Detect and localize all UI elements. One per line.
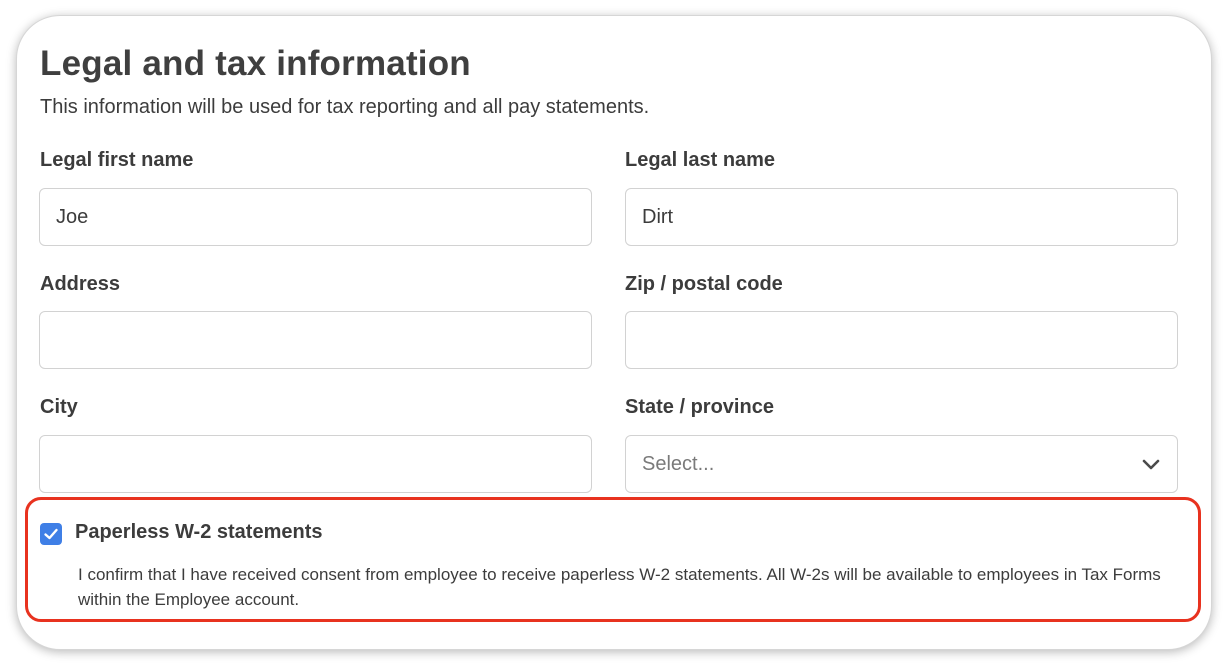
state-label: State / province <box>625 396 774 418</box>
first-name-label: Legal first name <box>40 149 194 171</box>
paperless-checkbox-label: Paperless W-2 statements <box>75 521 323 543</box>
city-input[interactable] <box>39 435 592 493</box>
state-select[interactable]: Select... <box>625 435 1178 493</box>
last-name-label: Legal last name <box>625 149 776 171</box>
chevron-down-icon <box>1142 459 1160 470</box>
paperless-consent-text: I confirm that I have received consent f… <box>78 565 1161 609</box>
section-subtitle: This information will be used for tax re… <box>40 96 650 118</box>
paperless-checkbox[interactable] <box>40 523 62 545</box>
zip-label: Zip / postal code <box>625 273 783 295</box>
last-name-input[interactable] <box>625 188 1178 246</box>
zip-input[interactable] <box>625 311 1178 369</box>
address-label: Address <box>40 273 121 295</box>
checkmark-icon <box>44 528 58 540</box>
first-name-input[interactable] <box>39 188 592 246</box>
section-title: Legal and tax information <box>40 44 471 83</box>
address-input[interactable] <box>39 311 592 369</box>
state-select-placeholder: Select... <box>642 452 715 475</box>
city-label: City <box>40 396 78 418</box>
